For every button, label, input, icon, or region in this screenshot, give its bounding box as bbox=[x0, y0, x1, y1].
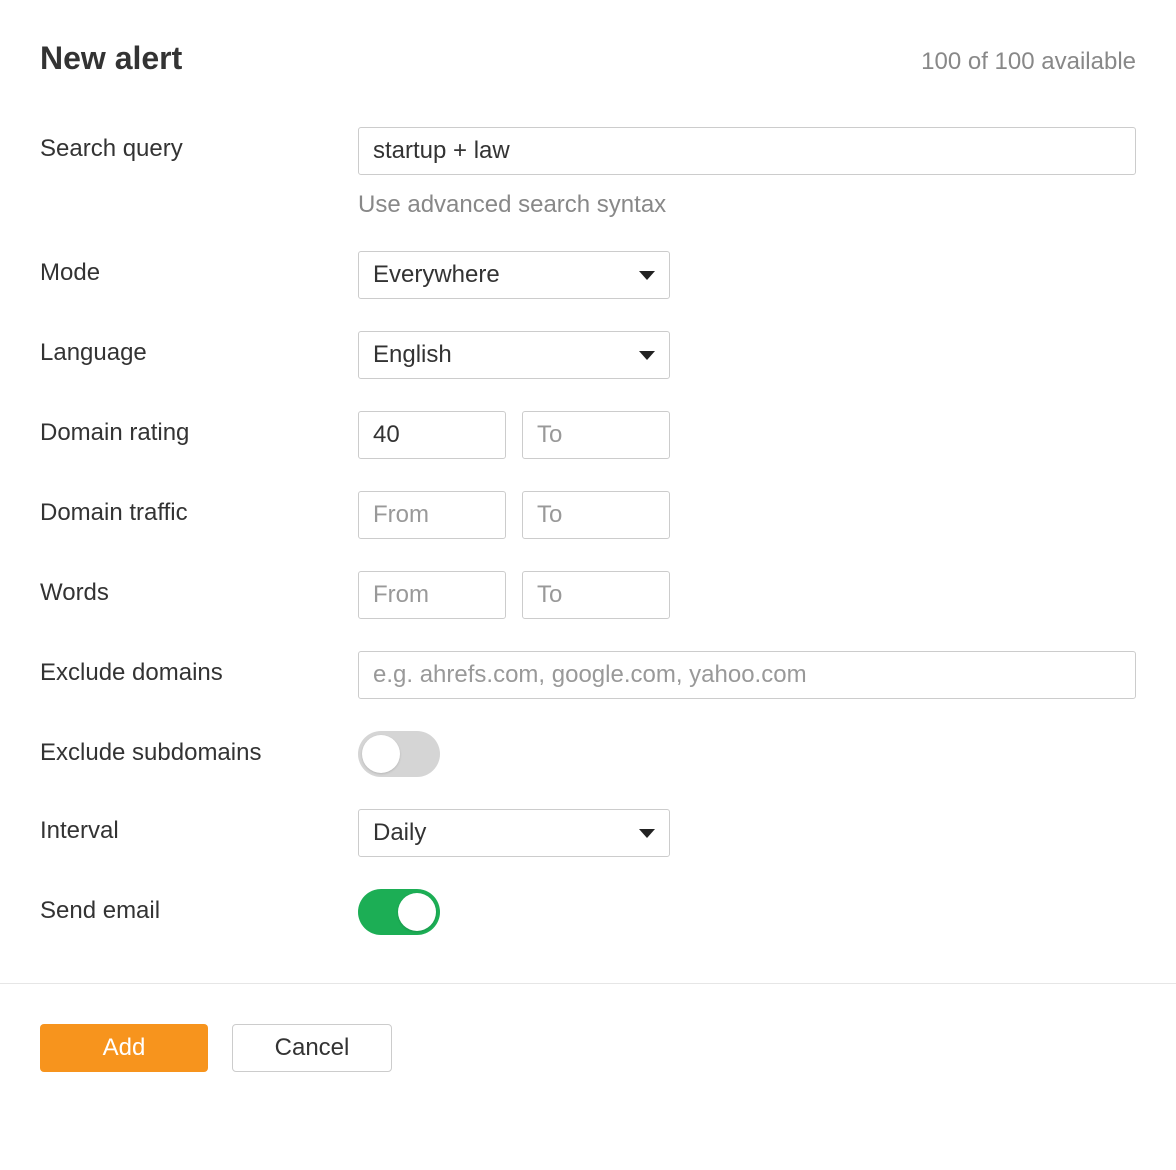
interval-select[interactable]: Daily bbox=[358, 809, 670, 857]
send-email-toggle[interactable] bbox=[358, 889, 440, 935]
interval-label: Interval bbox=[40, 809, 358, 845]
domain-rating-to-input[interactable] bbox=[522, 411, 670, 459]
words-to-input[interactable] bbox=[522, 571, 670, 619]
domain-rating-from-input[interactable] bbox=[358, 411, 506, 459]
exclude-domains-input[interactable] bbox=[358, 651, 1136, 699]
exclude-subdomains-label: Exclude subdomains bbox=[40, 731, 358, 767]
domain-traffic-to-input[interactable] bbox=[522, 491, 670, 539]
caret-down-icon bbox=[639, 351, 655, 360]
page-title: New alert bbox=[40, 40, 182, 77]
toggle-knob bbox=[398, 893, 436, 931]
words-from-input[interactable] bbox=[358, 571, 506, 619]
send-email-label: Send email bbox=[40, 889, 358, 925]
mode-select-value: Everywhere bbox=[373, 261, 500, 289]
search-query-label: Search query bbox=[40, 127, 358, 163]
toggle-knob bbox=[362, 735, 400, 773]
caret-down-icon bbox=[639, 271, 655, 280]
caret-down-icon bbox=[639, 829, 655, 838]
exclude-domains-label: Exclude domains bbox=[40, 651, 358, 687]
add-button[interactable]: Add bbox=[40, 1024, 208, 1072]
words-label: Words bbox=[40, 571, 358, 607]
domain-traffic-label: Domain traffic bbox=[40, 491, 358, 527]
mode-label: Mode bbox=[40, 251, 358, 287]
search-query-hint: Use advanced search syntax bbox=[358, 191, 1136, 219]
language-select-value: English bbox=[373, 341, 452, 369]
cancel-button[interactable]: Cancel bbox=[232, 1024, 392, 1072]
domain-rating-label: Domain rating bbox=[40, 411, 358, 447]
language-select[interactable]: English bbox=[358, 331, 670, 379]
search-query-input[interactable] bbox=[358, 127, 1136, 175]
domain-traffic-from-input[interactable] bbox=[358, 491, 506, 539]
exclude-subdomains-toggle[interactable] bbox=[358, 731, 440, 777]
availability-status: 100 of 100 available bbox=[921, 48, 1136, 76]
interval-select-value: Daily bbox=[373, 819, 426, 847]
mode-select[interactable]: Everywhere bbox=[358, 251, 670, 299]
language-label: Language bbox=[40, 331, 358, 367]
